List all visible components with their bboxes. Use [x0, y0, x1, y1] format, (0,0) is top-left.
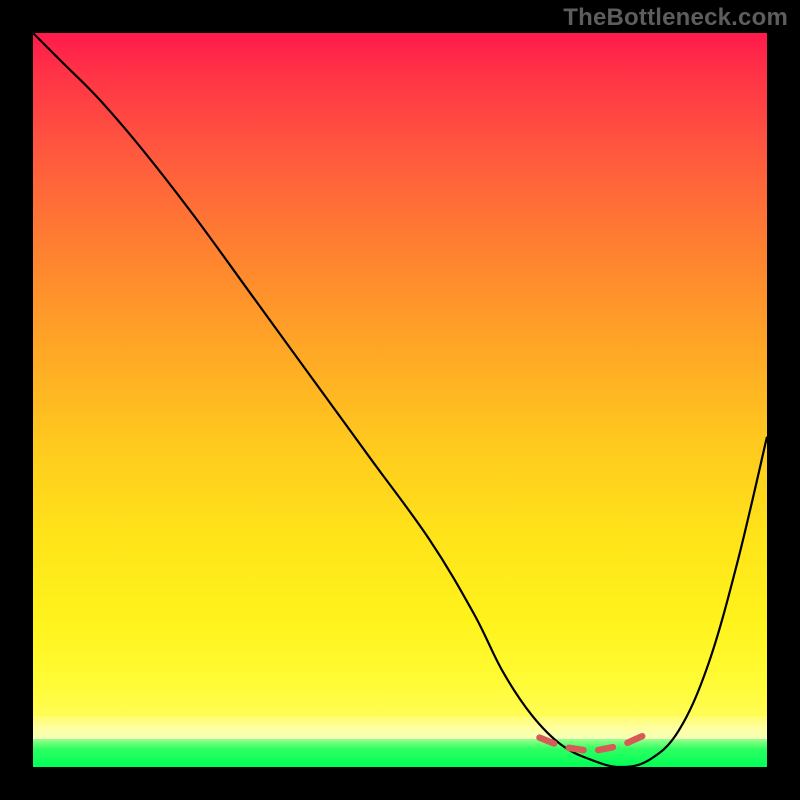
bottleneck-curve [33, 33, 767, 767]
watermark-text: TheBottleneck.com [563, 4, 788, 32]
curve-svg [33, 33, 767, 767]
plot-area [33, 33, 767, 767]
chart-frame: TheBottleneck.com [0, 0, 800, 800]
